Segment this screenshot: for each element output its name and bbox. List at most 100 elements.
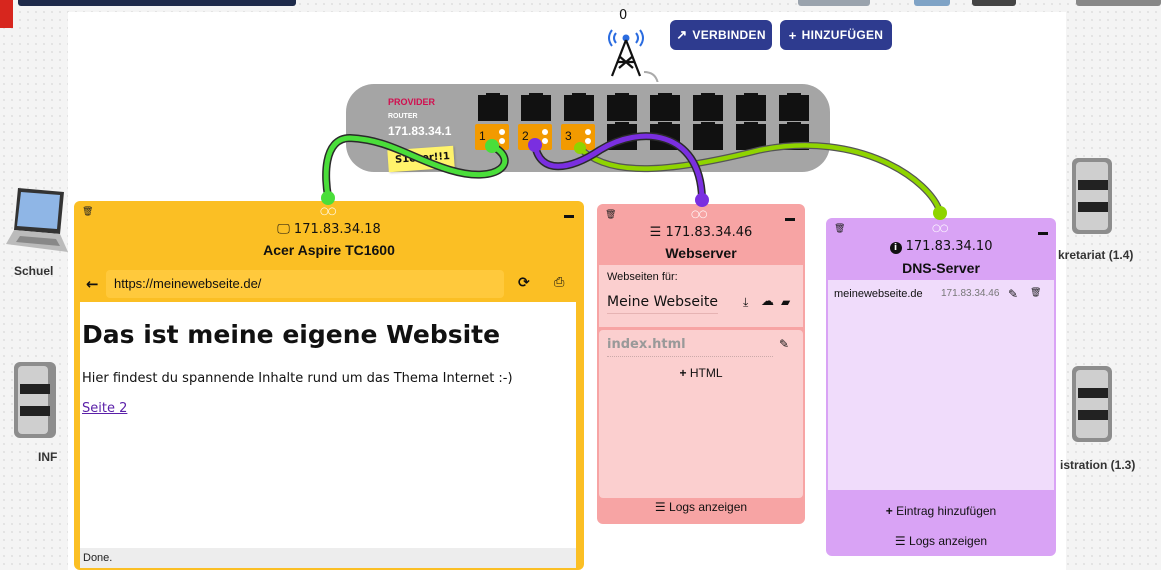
url-bar[interactable]: https://meinewebseite.de/ xyxy=(106,270,504,298)
sites-label: Webseiten für: xyxy=(607,271,678,283)
drag-handle-icon[interactable]: ○○ xyxy=(320,206,336,217)
router-type: ROUTER xyxy=(388,113,418,120)
add-html-label: HTML xyxy=(689,366,723,380)
webpage-link[interactable]: Seite 2 xyxy=(82,401,127,416)
trash-icon[interactable]: 🗑 xyxy=(1030,288,1041,298)
minimize-icon[interactable] xyxy=(1038,232,1048,235)
trash-icon[interactable]: 🗑 xyxy=(82,207,93,217)
site-select[interactable]: Meine Webseite xyxy=(607,294,718,314)
edit-icon[interactable]: ✎ xyxy=(779,337,789,351)
router-port[interactable] xyxy=(779,122,809,150)
device-ip: 🖵 171.83.34.18 xyxy=(74,222,584,237)
connect-button[interactable]: ↗ VERBINDEN xyxy=(670,20,772,50)
logs-button[interactable]: ☰ Logs anzeigen xyxy=(597,500,805,514)
download-icon[interactable]: ⤓ xyxy=(743,295,748,310)
server-icon[interactable] xyxy=(1068,156,1114,236)
corner-marker xyxy=(0,0,13,28)
device-ip: ☰ 171.83.34.46 xyxy=(597,225,805,240)
sticky-note[interactable]: S1cher!!1 xyxy=(387,145,455,173)
router-port[interactable] xyxy=(564,93,594,121)
plus-icon: + xyxy=(788,27,797,43)
browser-panel[interactable]: 🗑 ○○ 🖵 171.83.34.18 Acer Aspire TC1600 ←… xyxy=(74,201,584,570)
server-icon[interactable] xyxy=(12,360,58,440)
router-port[interactable] xyxy=(736,93,766,121)
laptop-label: Schuel xyxy=(14,264,54,278)
dns-entry-domain: meinewebseite.de xyxy=(834,288,923,300)
laptop-icon[interactable] xyxy=(4,182,70,262)
port-number: 3 xyxy=(565,129,572,143)
logs-button[interactable]: ☰ Logs anzeigen xyxy=(826,534,1056,548)
router-port[interactable] xyxy=(521,93,551,121)
refresh-icon[interactable]: ⟳ xyxy=(518,275,530,291)
back-arrow-icon[interactable]: ← xyxy=(86,275,99,293)
antenna-icon[interactable] xyxy=(600,22,660,82)
add-button-label: HINZUFÜGEN xyxy=(801,28,884,42)
top-strip xyxy=(972,0,1016,6)
router-ip: 171.83.34.1 xyxy=(388,124,452,138)
sticky-note-text: S1cher!!1 xyxy=(394,150,451,166)
folder-open-icon[interactable]: ▰ xyxy=(781,295,790,309)
server-label: kretariat (1.4) xyxy=(1058,248,1134,262)
drag-handle-icon[interactable]: ○○ xyxy=(932,223,948,234)
router-port[interactable] xyxy=(478,93,508,121)
connect-button-label: VERBINDEN xyxy=(692,28,766,42)
top-strip xyxy=(1076,0,1161,6)
dns-panel[interactable]: 🗑 ○○ i 171.83.34.10 DNS-Server meinewebs… xyxy=(826,218,1056,556)
router-port[interactable] xyxy=(693,122,723,150)
trash-icon[interactable]: 🗑 xyxy=(834,224,845,234)
port-number: 1 xyxy=(479,129,486,143)
router-port[interactable] xyxy=(650,93,680,121)
trash-icon[interactable]: 🗑 xyxy=(605,210,616,220)
top-strip xyxy=(798,0,870,6)
info-icon: i xyxy=(889,242,902,254)
add-entry-label: Eintrag hinzufügen xyxy=(896,504,997,518)
router-port-3[interactable]: 3 xyxy=(561,124,595,150)
router-port[interactable] xyxy=(736,122,766,150)
print-icon[interactable]: ⎙ xyxy=(554,275,564,290)
dns-entry-ip: 171.83.34.46 xyxy=(941,288,1000,299)
device-ip-text: 171.83.34.18 xyxy=(293,222,381,237)
add-html-button[interactable]: + HTML xyxy=(599,366,803,380)
device-name: DNS-Server xyxy=(902,260,980,276)
router-provider: PROVIDER xyxy=(388,97,436,107)
add-entry-button[interactable]: + Eintrag hinzufügen xyxy=(826,504,1056,518)
add-button[interactable]: + HINZUFÜGEN xyxy=(780,20,892,50)
router-port[interactable] xyxy=(607,93,637,121)
device-ip: i 171.83.34.10 xyxy=(826,239,1056,254)
router-port[interactable] xyxy=(779,93,809,121)
file-divider xyxy=(607,356,773,357)
plus-icon: + xyxy=(679,366,687,380)
status-bar: Done. xyxy=(80,548,576,568)
external-link-icon: ↗ xyxy=(676,27,688,42)
logs-label: Logs anzeigen xyxy=(909,534,988,548)
dns-entry[interactable]: meinewebseite.de 171.83.34.46 ✎ 🗑 xyxy=(834,287,1048,304)
logs-label: Logs anzeigen xyxy=(669,500,748,514)
drag-handle-icon[interactable]: ○○ xyxy=(691,209,707,220)
antenna-count: 0 xyxy=(619,8,628,23)
webpage-view[interactable]: Das ist meine eigene Website Hier findes… xyxy=(80,302,576,552)
monitor-icon: 🖵 xyxy=(277,222,290,237)
cloud-upload-icon[interactable]: ☁ xyxy=(761,294,774,309)
router-port[interactable] xyxy=(693,93,723,121)
port-number: 2 xyxy=(522,129,529,143)
top-strip xyxy=(914,0,950,6)
minimize-icon[interactable] xyxy=(564,215,574,218)
webpage-text: Hier findest du spannende Inhalte rund u… xyxy=(82,371,513,386)
server-icon[interactable] xyxy=(1068,364,1114,444)
edit-icon[interactable]: ✎ xyxy=(1008,287,1018,301)
router-port[interactable] xyxy=(607,122,637,150)
file-item[interactable]: index.html xyxy=(607,337,686,352)
server-label: istration (1.3) xyxy=(1060,458,1136,472)
url-text: https://meinewebseite.de/ xyxy=(114,276,262,291)
server-rack-icon: ☰ xyxy=(649,225,662,240)
list-icon: ☰ xyxy=(894,534,906,548)
device-name: Webserver xyxy=(665,245,737,261)
minimize-icon[interactable] xyxy=(785,218,795,221)
router-port[interactable] xyxy=(650,122,680,150)
webserver-panel[interactable]: 🗑 ○○ ☰ 171.83.34.46 Webserver Webseiten … xyxy=(597,204,805,524)
dns-entries: meinewebseite.de 171.83.34.46 ✎ 🗑 xyxy=(828,280,1054,490)
top-strip xyxy=(18,0,296,6)
router-port-1[interactable]: 1 xyxy=(475,124,509,150)
webpage-heading: Das ist meine eigene Website xyxy=(82,320,501,349)
router-port-2[interactable]: 2 xyxy=(518,124,552,150)
